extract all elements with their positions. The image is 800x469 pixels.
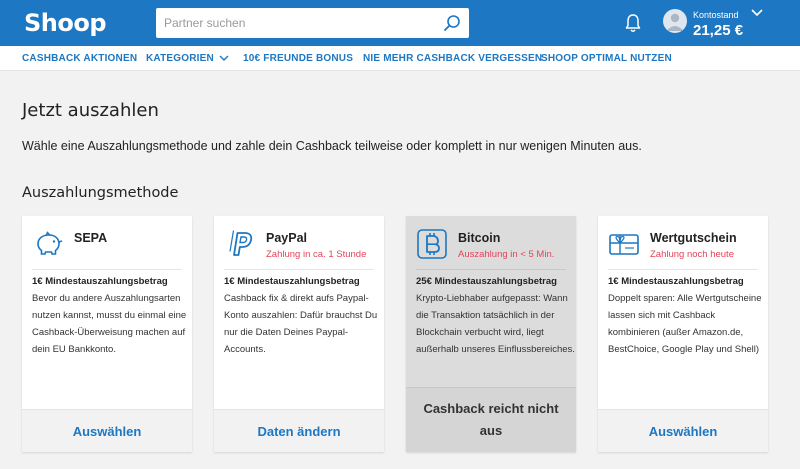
payout-card-sepa: SEPA 1€ Mindestauszahlungsbetrag Bevor d… (22, 216, 192, 452)
piggy-bank-icon (37, 231, 63, 255)
paypal-icon (229, 230, 253, 256)
card-divider (416, 269, 566, 270)
minimum-amount: 1€ Mindestauszahlungsbetrag (608, 276, 744, 287)
card-divider (224, 269, 374, 270)
nav-kategorien[interactable]: KATEGORIEN (146, 53, 229, 64)
page-title: Jetzt auszahlen (22, 100, 159, 121)
select-voucher-button[interactable]: Auswählen (598, 409, 768, 452)
method-name: SEPA (74, 231, 108, 245)
method-name: Bitcoin (458, 231, 501, 245)
bitcoin-icon (417, 229, 447, 259)
page-description: Wähle eine Auszahlungsmethode und zahle … (22, 139, 642, 153)
select-sepa-button[interactable]: Auswählen (22, 409, 192, 452)
method-name: PayPal (266, 231, 308, 245)
minimum-amount: 25€ Mindestauszahlungsbetrag (416, 276, 557, 287)
nav-cashback-vergessen[interactable]: NIE MEHR CASHBACK VERGESSEN (363, 53, 542, 64)
avatar[interactable] (663, 9, 687, 33)
payout-time: Zahlung in ca. 1 Stunde (266, 249, 367, 260)
payout-card-voucher: Wertgutschein Zahlung noch heute 1€ Mind… (598, 216, 768, 452)
nav-kategorien-label: KATEGORIEN (146, 53, 214, 64)
payout-card-paypal: PayPal Zahlung in ca. 1 Stunde 1€ Mindes… (214, 216, 384, 452)
search-icon[interactable] (443, 14, 461, 32)
method-name: Wertgutschein (650, 231, 737, 245)
method-description: Cashback fix & direkt aufs Paypal-Konto … (224, 293, 378, 355)
search-input[interactable] (156, 8, 436, 38)
nav-cashback-aktionen[interactable]: CASHBACK AKTIONEN (22, 53, 137, 64)
chevron-down-icon (219, 55, 229, 61)
top-bar: Shoop Kontostand 21,25 € (0, 0, 800, 46)
card-divider (32, 269, 182, 270)
method-description: Krypto-Liebhaber aufgepasst: Wann die Tr… (416, 293, 575, 355)
minimum-amount: 1€ Mindestauszahlungsbetrag (32, 276, 168, 287)
edit-paypal-button[interactable]: Daten ändern (214, 409, 384, 452)
bell-icon[interactable] (624, 13, 642, 33)
method-description: Bevor du andere Auszahlungsarten nutzen … (32, 293, 187, 355)
card-divider (608, 269, 758, 270)
minimum-amount: 1€ Mindestauszahlungsbetrag (224, 276, 360, 287)
chevron-down-icon[interactable] (751, 9, 763, 17)
nav-optimal-nutzen[interactable]: SHOOP OPTIMAL NUTZEN (541, 53, 672, 64)
payout-time: Zahlung noch heute (650, 249, 734, 260)
payout-time: Auszahlung in < 5 Min. (458, 249, 555, 260)
nav-freunde-bonus[interactable]: 10€ FREUNDE BONUS (243, 53, 353, 64)
user-icon (666, 13, 684, 31)
main-nav: CASHBACK AKTIONEN KATEGORIEN 10€ FREUNDE… (0, 46, 800, 71)
method-description: Doppelt sparen: Alle Wertgutscheine lass… (608, 293, 762, 355)
section-title: Auszahlungsmethode (22, 185, 179, 201)
search-box (156, 8, 469, 38)
payout-card-bitcoin: Bitcoin Auszahlung in < 5 Min. 25€ Minde… (406, 216, 576, 452)
shoop-logo[interactable]: Shoop (24, 9, 107, 37)
gift-card-icon (609, 234, 639, 255)
account-balance-label[interactable]: Kontostand (693, 10, 739, 20)
account-balance-value[interactable]: 21,25 € (693, 22, 743, 39)
insufficient-cashback-notice: Cashback reicht nicht aus (406, 387, 576, 452)
